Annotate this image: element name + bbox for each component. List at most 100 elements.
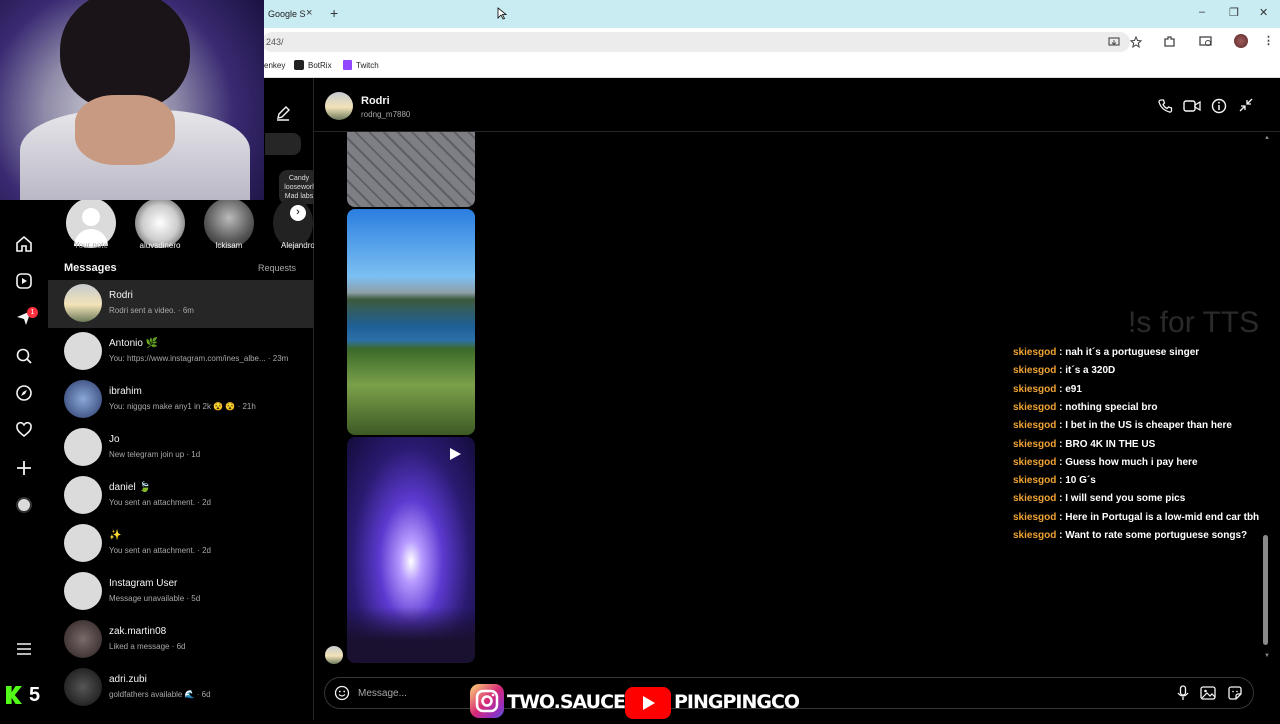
chat-username: skiesgod — [1013, 493, 1057, 505]
profile-avatar[interactable] — [1234, 34, 1248, 48]
conversation-name: Antonio 🌿 — [109, 338, 159, 349]
phone-icon[interactable] — [1157, 98, 1173, 114]
photo-message-pavement[interactable] — [347, 132, 475, 207]
conversation-preview: You: https://www.instagram.com/ines_albe… — [109, 354, 289, 363]
media-control-icon[interactable] — [1199, 35, 1213, 48]
person-head — [60, 0, 190, 110]
conversation-item[interactable]: ✨ You sent an attachment. · 2d — [48, 520, 313, 568]
close-window-button[interactable]: ✕ — [1259, 6, 1268, 19]
stream-chat-line: skiesgod : Want to rate some portuguese … — [1013, 530, 1247, 541]
info-icon[interactable] — [1211, 98, 1227, 114]
image-upload-icon[interactable] — [1200, 685, 1216, 701]
browser-tab[interactable]: Google S — [262, 4, 322, 26]
avatar — [64, 380, 102, 418]
requests-link[interactable]: Requests — [258, 263, 296, 273]
conversation-preview: You sent an attachment. · 2d — [109, 498, 211, 507]
botrix-icon — [294, 60, 304, 70]
person-face — [75, 95, 175, 165]
conversation-item[interactable]: Jo New telegram join up · 1d — [48, 424, 313, 472]
youtube-handle: PINGPINGCO — [674, 691, 800, 713]
notifications-heart-icon[interactable] — [15, 421, 33, 439]
video-call-icon[interactable] — [1183, 98, 1201, 114]
avatar — [64, 428, 102, 466]
conversation-preview: You: niggqs make any1 in 2k 😵 😵 · 21h — [109, 402, 256, 411]
conversation-item[interactable]: Instagram User Message unavailable · 5d — [48, 568, 313, 616]
search-box[interactable] — [265, 133, 301, 155]
restore-button[interactable]: ❐ — [1229, 6, 1239, 19]
collapse-icon[interactable] — [1239, 98, 1253, 112]
sticker-icon[interactable] — [1227, 685, 1243, 701]
stream-chat-line: skiesgod : I will send you some pics — [1013, 493, 1185, 504]
chat-username: skiesgod — [1013, 383, 1057, 395]
stream-chat-line: skiesgod : nothing special bro — [1013, 402, 1157, 413]
chat-username: skiesgod — [1013, 511, 1057, 523]
conversation-item[interactable]: Antonio 🌿 You: https://www.instagram.com… — [48, 328, 313, 376]
conversation-name: Rodri — [109, 290, 133, 301]
bookmark-item[interactable]: enkey — [264, 61, 285, 70]
chat-message-text: : it´s a 320D — [1059, 365, 1116, 377]
extensions-icon[interactable] — [1163, 35, 1176, 48]
conversation-item[interactable]: ibrahim You: niggqs make any1 in 2k 😵 😵 … — [48, 376, 313, 424]
next-notes-icon[interactable]: › — [290, 205, 306, 221]
install-app-icon[interactable] — [1108, 36, 1120, 48]
bookmark-item[interactable]: Twitch — [356, 61, 379, 70]
chat-username: skiesgod — [1013, 438, 1057, 450]
minimize-button[interactable]: – — [1199, 6, 1205, 18]
photo-message-lake[interactable] — [347, 209, 475, 435]
stream-chat-line: skiesgod : I bet in the US is cheaper th… — [1013, 420, 1232, 431]
youtube-logo-icon — [625, 687, 671, 719]
chat-scrollbar[interactable]: ▲ ▼ — [1262, 135, 1270, 663]
conversation-name: adri.zubi — [109, 674, 147, 685]
note-name: aluvsdinero — [139, 241, 181, 250]
avatar — [64, 620, 102, 658]
emoji-icon[interactable] — [334, 685, 350, 701]
video-message-concert[interactable] — [347, 437, 475, 663]
conversation-item[interactable]: adri.zubi goldfathers available 🌊 · 6d — [48, 664, 313, 712]
new-message-icon[interactable] — [275, 105, 291, 121]
more-menu-icon[interactable] — [15, 641, 33, 657]
tts-overlay-title: !s for TTS — [1128, 306, 1260, 339]
profile-icon[interactable] — [16, 497, 32, 513]
create-icon[interactable] — [15, 459, 33, 477]
conversation-preview: Rodri sent a video. · 6m — [109, 306, 194, 315]
webcam-feed — [0, 0, 264, 200]
conversation-item[interactable]: Rodri Rodri sent a video. · 6m — [48, 280, 313, 328]
chat-username: skiesgod — [1013, 401, 1057, 413]
avatar — [64, 476, 102, 514]
conversation-preview: You sent an attachment. · 2d — [109, 546, 211, 555]
conversation-name: Jo — [109, 434, 120, 445]
stream-chat-line: skiesgod : Guess how much i pay here — [1013, 457, 1198, 468]
stream-chat-line: skiesgod : it´s a 320D — [1013, 365, 1115, 376]
conversation-item[interactable]: zak.martin08 Liked a message · 6d — [48, 616, 313, 664]
browser-menu-icon[interactable]: ⋮ — [1263, 34, 1274, 47]
chat-message-text: : Here in Portugal is a low-mid end car … — [1059, 511, 1260, 523]
chat-message-text: : e91 — [1059, 383, 1082, 395]
chat-message-text: : I will send you some pics — [1059, 493, 1186, 505]
new-tab-button[interactable]: + — [330, 5, 338, 21]
scrollbar-thumb[interactable] — [1263, 535, 1268, 645]
chat-message-text: : BRO 4K IN THE US — [1059, 438, 1156, 450]
conversation-preview: Liked a message · 6d — [109, 642, 186, 651]
explore-icon[interactable] — [15, 384, 33, 402]
address-bar[interactable]: 243/ — [262, 32, 1130, 52]
search-icon[interactable] — [15, 347, 33, 365]
reels-icon[interactable] — [15, 272, 33, 290]
conversation-name: ✨ — [109, 530, 122, 541]
bookmark-star-icon[interactable] — [1130, 36, 1142, 48]
chat-header — [314, 80, 1280, 132]
bookmark-item[interactable]: BotRix — [308, 61, 332, 70]
chat-contact-name[interactable]: Rodri — [361, 95, 390, 107]
chat-message-text: : Guess how much i pay here — [1059, 456, 1198, 468]
play-icon[interactable] — [447, 446, 463, 462]
scroll-down-icon[interactable]: ▼ — [1264, 653, 1270, 659]
tab-close-icon[interactable]: × — [306, 7, 312, 19]
conversation-preview: goldfathers available 🌊 · 6d — [109, 690, 211, 699]
messages-heading: Messages — [64, 262, 117, 274]
scroll-up-icon[interactable]: ▲ — [1264, 135, 1270, 141]
chat-avatar[interactable] — [325, 92, 353, 120]
message-input[interactable]: Message... — [358, 688, 407, 699]
microphone-icon[interactable] — [1176, 685, 1190, 701]
sender-avatar — [325, 646, 343, 664]
home-icon[interactable] — [15, 235, 33, 253]
conversation-item[interactable]: daniel 🍃 You sent an attachment. · 2d — [48, 472, 313, 520]
